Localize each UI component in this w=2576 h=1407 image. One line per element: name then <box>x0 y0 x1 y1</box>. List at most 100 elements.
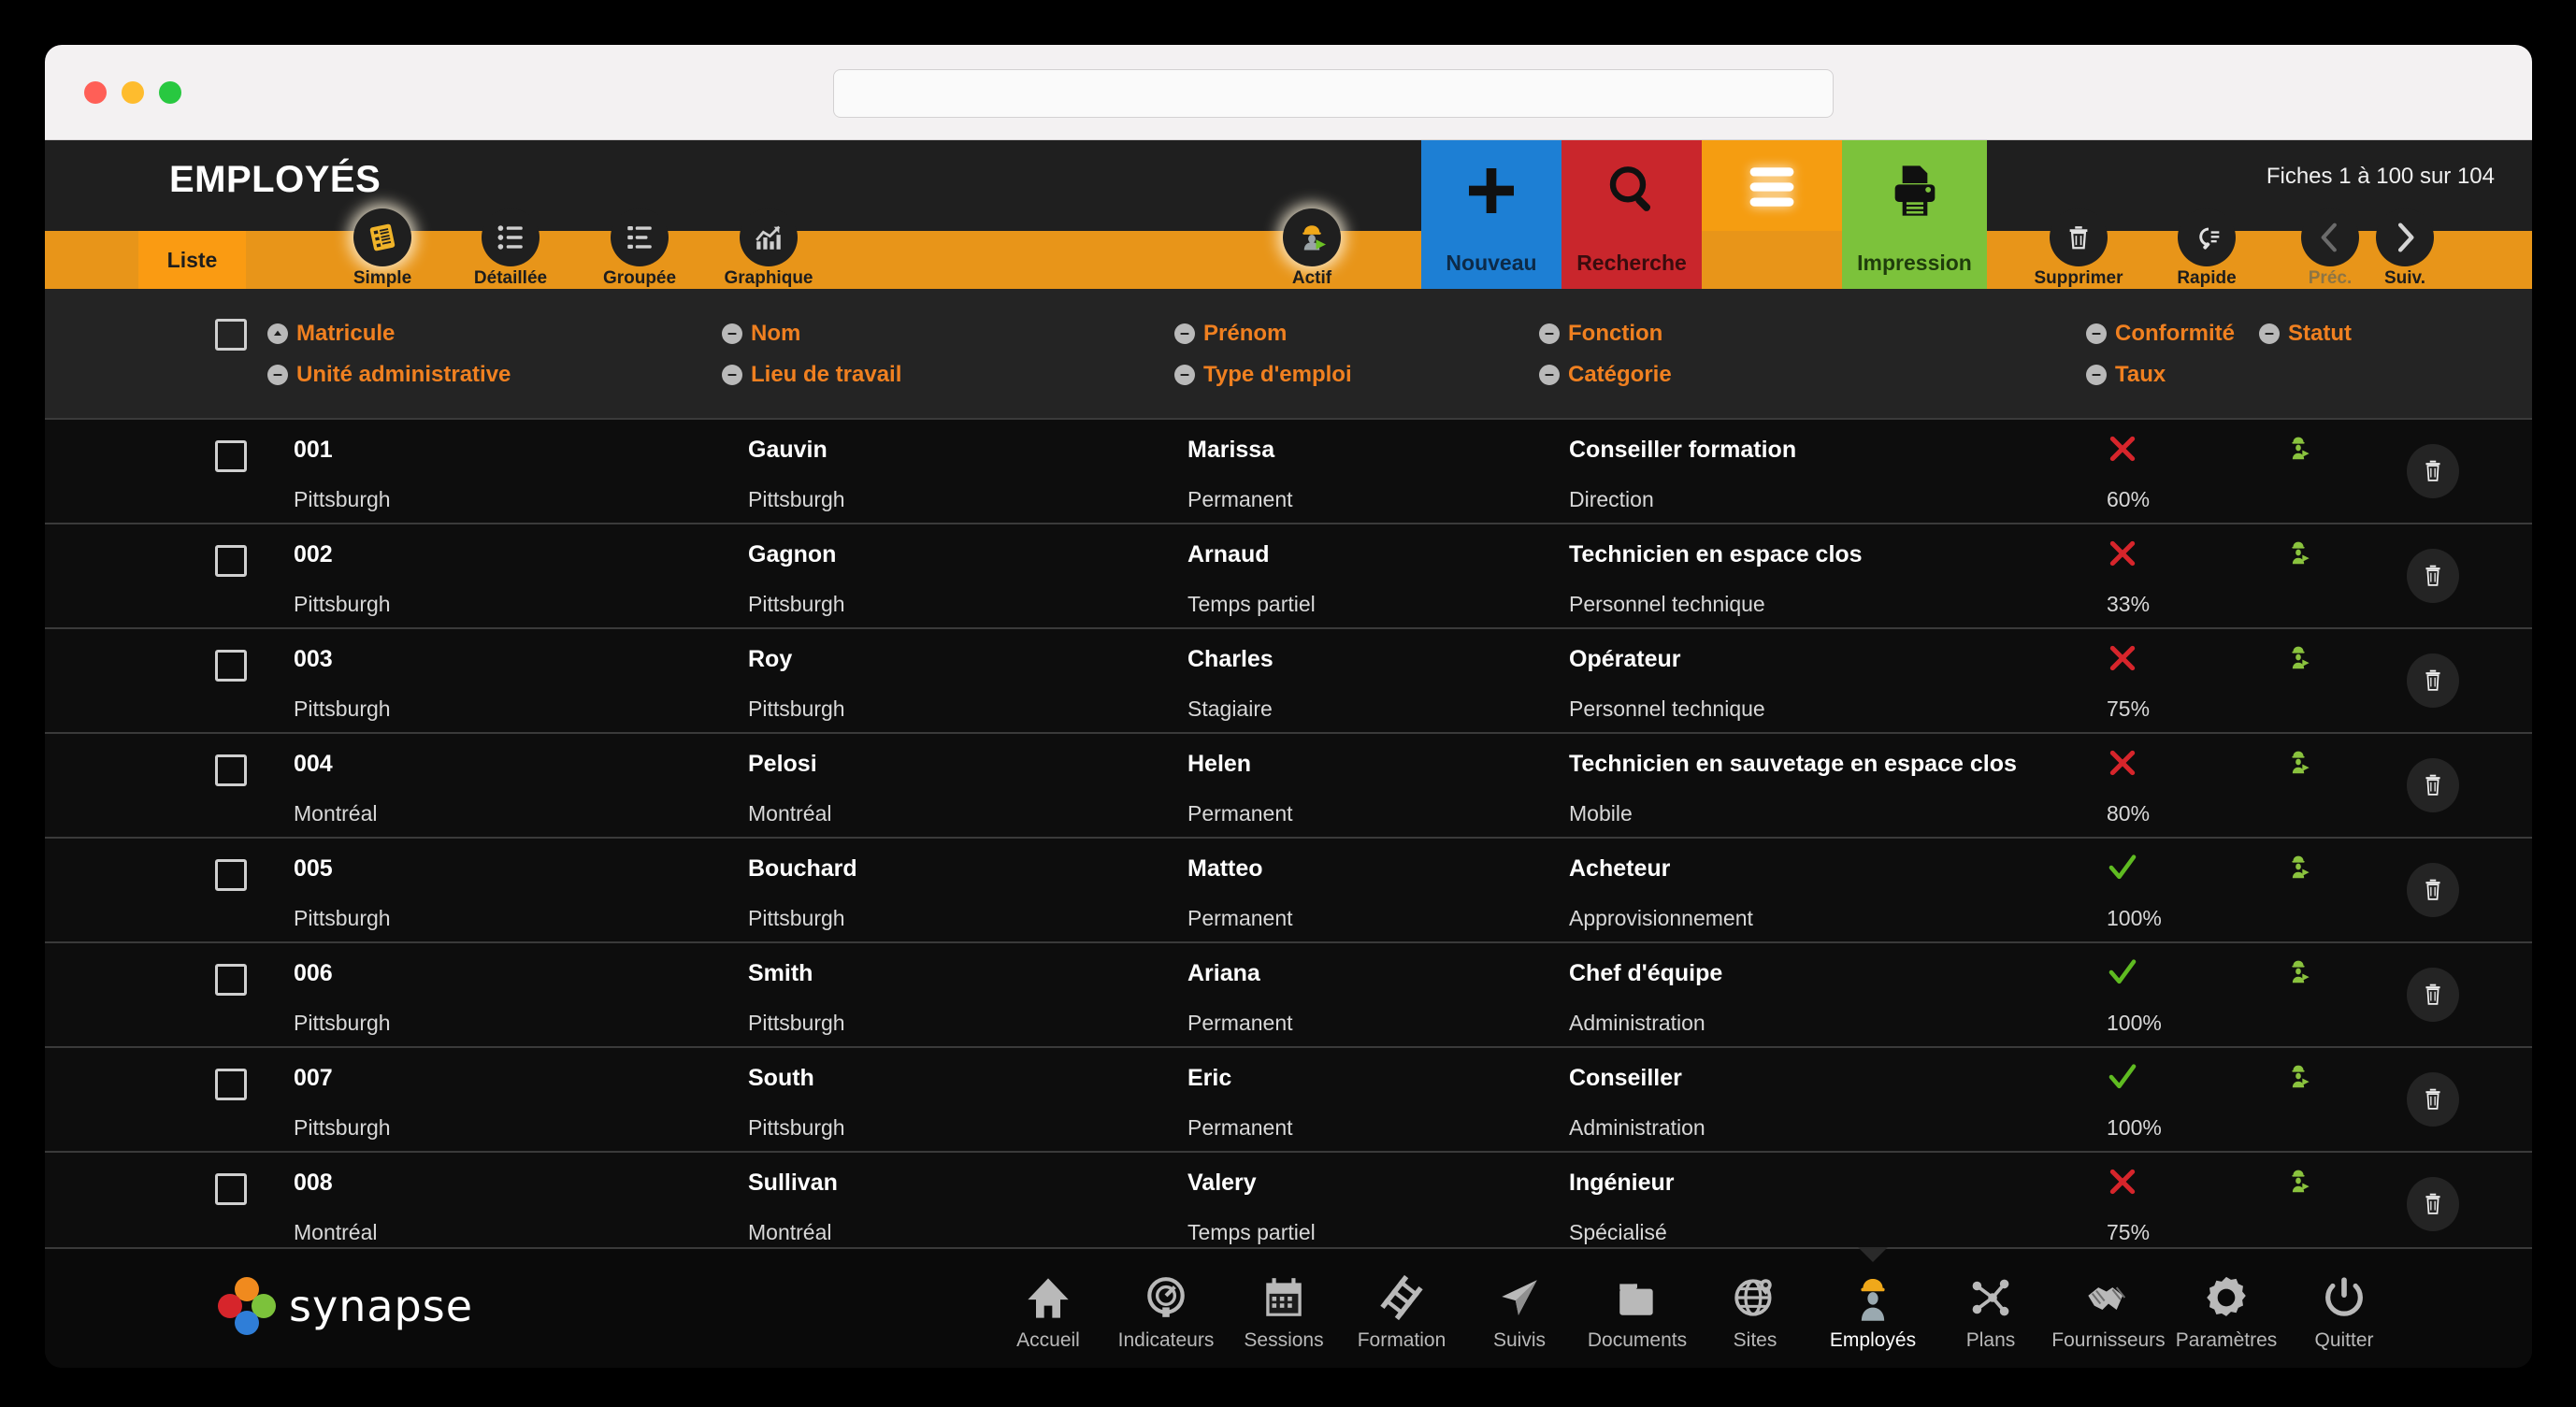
trash-icon <box>2425 565 2440 586</box>
column-header-lieu-de-travail[interactable]: Lieu de travail <box>722 362 901 388</box>
nav-item-plans[interactable]: Plans <box>1932 1258 2050 1352</box>
table-row[interactable]: 007 Pittsburgh South Pittsburgh Eric Permanen… <box>45 1048 2532 1153</box>
column-header-unite-administrative[interactable]: Unité administrative <box>267 362 511 388</box>
tab-liste[interactable]: Liste <box>138 231 246 289</box>
cell-prenom: Eric <box>1187 1065 1232 1091</box>
row-delete-button[interactable] <box>2407 1177 2459 1231</box>
trash-icon <box>2425 879 2440 900</box>
column-header-matricule[interactable]: Matricule <box>267 321 395 347</box>
gauge-icon <box>1143 1271 1189 1324</box>
nav-item-sessions[interactable]: Sessions <box>1225 1258 1343 1352</box>
row-select-checkbox[interactable] <box>215 754 247 786</box>
nav-item-label: Plans <box>1965 1329 2016 1351</box>
cell-unite-administrative: Montréal <box>294 801 378 826</box>
select-all-checkbox[interactable] <box>215 319 247 351</box>
row-delete-button[interactable] <box>2407 1072 2459 1127</box>
quick-search-button[interactable]: Rapide <box>2162 197 2252 289</box>
nav-item-param-tres[interactable]: Paramètres <box>2167 1258 2285 1352</box>
handshake-icon <box>2084 1271 2133 1324</box>
cell-lieu-de-travail: Pittsburgh <box>748 906 845 930</box>
row-select-checkbox[interactable] <box>215 1173 247 1205</box>
delete-button[interactable]: Supprimer <box>2034 197 2123 289</box>
table-row[interactable]: 006 Pittsburgh Smith Pittsburgh Ariana Perman… <box>45 943 2532 1048</box>
new-record-button[interactable]: Nouveau <box>1421 140 1561 289</box>
nav-item-sites[interactable]: Sites <box>1696 1258 1814 1352</box>
print-button[interactable]: Impression <box>1842 140 1987 289</box>
search-button[interactable]: Recherche <box>1561 140 1702 289</box>
nav-item-label: Accueil <box>1016 1329 1080 1351</box>
row-select-checkbox[interactable] <box>215 440 247 472</box>
nav-item-employ-s[interactable]: Employés <box>1814 1247 1932 1352</box>
row-select-checkbox[interactable] <box>215 650 247 682</box>
nav-item-accueil[interactable]: Accueil <box>989 1258 1107 1352</box>
row-delete-button[interactable] <box>2407 549 2459 603</box>
menu-tile-lower-band <box>1702 231 1842 289</box>
column-header-type-emploi[interactable]: Type d'emploi <box>1174 362 1352 388</box>
table-row[interactable]: 004 Montréal Pelosi Montréal Helen Permanent T… <box>45 734 2532 839</box>
minimize-window-button[interactable] <box>122 80 144 104</box>
nav-item-documents[interactable]: Documents <box>1578 1258 1696 1352</box>
cell-nom: Gagnon <box>748 541 837 567</box>
column-header-categorie[interactable]: Catégorie <box>1539 362 1672 388</box>
delete-label: Supprimer <box>2034 268 2123 288</box>
row-select-checkbox[interactable] <box>215 1069 247 1100</box>
sort-none-icon <box>722 365 742 385</box>
maximize-window-button[interactable] <box>159 80 181 104</box>
nav-item-fournisseurs[interactable]: Fournisseurs <box>2050 1258 2167 1352</box>
previous-page-label: Préc. <box>2308 268 2353 288</box>
view-mode-graphique[interactable]: Graphique <box>724 197 813 289</box>
row-select-checkbox[interactable] <box>215 964 247 996</box>
column-header-fonction[interactable]: Fonction <box>1539 321 1662 347</box>
bottom-navigation-bar: synapse Accueil Indicateurs Sessions Format… <box>45 1247 2532 1368</box>
printer-icon <box>1894 165 1935 216</box>
view-mode-simple[interactable]: Simple <box>338 197 427 289</box>
browser-window: EMPLOYÉS Fiches 1 à 100 sur 104 Liste Si… <box>45 45 2532 1368</box>
table-row[interactable]: 008 Montréal Sullivan Montréal Valery Temps p… <box>45 1153 2532 1247</box>
table-row[interactable]: 005 Pittsburgh Bouchard Pittsburgh Matteo Per… <box>45 839 2532 943</box>
next-page-button[interactable]: Suiv. <box>2360 197 2450 289</box>
nav-item-formation[interactable]: Formation <box>1343 1258 1461 1352</box>
column-header-prenom[interactable]: Prénom <box>1174 321 1287 347</box>
row-delete-button[interactable] <box>2407 863 2459 917</box>
nav-item-label: Employés <box>1829 1329 1917 1351</box>
column-header-statut[interactable]: Statut <box>2259 321 2352 347</box>
cell-nom: Roy <box>748 646 793 672</box>
column-header-nom[interactable]: Nom <box>722 321 800 347</box>
check-icon <box>2108 1064 2137 1089</box>
column-header-nom-label: Nom <box>751 321 801 346</box>
nav-item-indicateurs[interactable]: Indicateurs <box>1107 1258 1225 1352</box>
menu-button[interactable] <box>1702 140 1842 231</box>
row-delete-button[interactable] <box>2407 653 2459 708</box>
cell-prenom: Ariana <box>1187 960 1260 986</box>
row-select-checkbox[interactable] <box>215 859 247 891</box>
table-row[interactable]: 001 Pittsburgh Gauvin Pittsburgh Marissa Perm… <box>45 420 2532 524</box>
row-delete-button[interactable] <box>2407 758 2459 812</box>
active-worker-icon <box>2292 1170 2310 1193</box>
close-window-button[interactable] <box>84 80 107 104</box>
filter-actif-toggle[interactable]: Actif <box>1267 197 1357 289</box>
row-select-checkbox[interactable] <box>215 545 247 577</box>
view-mode-groupee[interactable]: Groupée <box>595 197 684 289</box>
row-delete-button[interactable] <box>2407 968 2459 1022</box>
table-row[interactable]: 003 Pittsburgh Roy Pittsburgh Charles Stagiai… <box>45 629 2532 734</box>
nav-item-label: Sites <box>1733 1329 1777 1351</box>
cell-matricule: 002 <box>294 541 333 567</box>
cell-conformite <box>2107 642 2138 679</box>
detailed-list-icon <box>482 208 540 266</box>
row-delete-button[interactable] <box>2407 444 2459 498</box>
column-header-taux[interactable]: Taux <box>2086 362 2166 388</box>
cell-type-emploi: Permanent <box>1187 1011 1293 1035</box>
column-header-conformite[interactable]: Conformité <box>2086 321 2235 347</box>
nav-item-quitter[interactable]: Quitter <box>2285 1258 2403 1352</box>
cell-nom: Bouchard <box>748 855 857 882</box>
nav-item-suivis[interactable]: Suivis <box>1461 1258 1578 1352</box>
app-header: EMPLOYÉS Fiches 1 à 100 sur 104 Liste Si… <box>45 140 2532 289</box>
table-row[interactable]: 002 Pittsburgh Gagnon Pittsburgh Arnaud Temps… <box>45 524 2532 629</box>
trash-icon <box>2425 460 2440 481</box>
cell-unite-administrative: Pittsburgh <box>294 1115 391 1140</box>
worker-play-icon <box>1283 208 1341 266</box>
view-mode-detaillee[interactable]: Détaillée <box>466 197 555 289</box>
cell-prenom: Charles <box>1187 646 1274 672</box>
address-bar-input[interactable] <box>833 69 1834 118</box>
view-mode-detaillee-label: Détaillée <box>473 268 548 288</box>
